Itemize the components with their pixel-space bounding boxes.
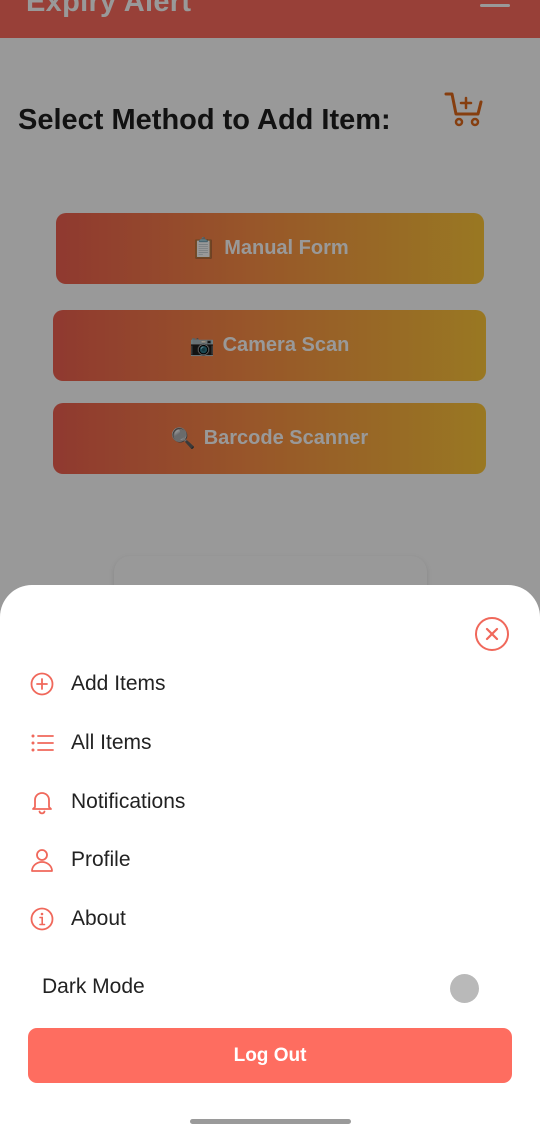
menu-item-label: All Items xyxy=(71,731,152,754)
logout-label: Log Out xyxy=(233,1044,307,1066)
menu-item-label: Add Items xyxy=(71,672,166,695)
menu-item-label: About xyxy=(71,907,126,930)
info-circle-icon xyxy=(28,905,56,933)
bell-icon xyxy=(28,788,56,816)
plus-circle-icon xyxy=(28,670,56,698)
close-menu-button[interactable] xyxy=(475,617,509,651)
menu-item-profile[interactable]: Profile xyxy=(28,843,328,877)
menu-item-about[interactable]: About xyxy=(28,902,328,936)
menu-item-notifications[interactable]: Notifications xyxy=(28,785,328,819)
menu-item-all-items[interactable]: All Items xyxy=(28,726,328,760)
list-icon xyxy=(28,729,56,757)
logout-button[interactable]: Log Out xyxy=(28,1028,512,1083)
screen: Expiry Alert Select Method to Add Item: … xyxy=(0,0,540,1132)
close-icon xyxy=(485,627,499,641)
menu-item-add-items[interactable]: Add Items xyxy=(28,667,328,701)
dark-mode-toggle[interactable] xyxy=(450,974,479,1003)
user-icon xyxy=(28,846,56,874)
dark-mode-label: Dark Mode xyxy=(42,975,145,998)
menu-item-label: Notifications xyxy=(71,790,186,813)
menu-item-label: Profile xyxy=(71,848,131,871)
home-indicator[interactable] xyxy=(190,1119,351,1124)
